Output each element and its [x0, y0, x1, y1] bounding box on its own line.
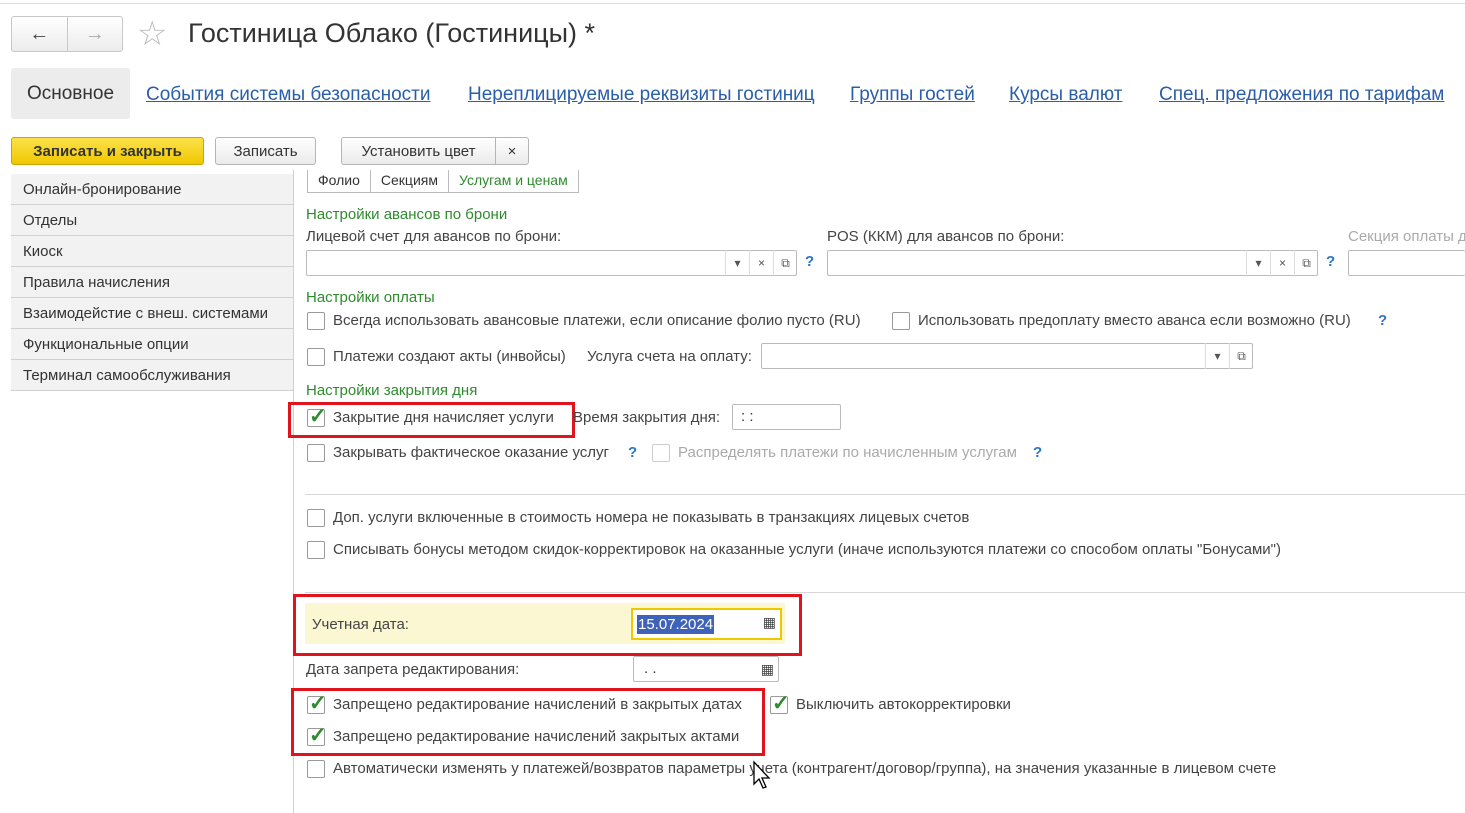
- calendar-icon[interactable]: ▦: [763, 614, 776, 631]
- sidebar-item-label: Отделы: [23, 211, 78, 229]
- clear-icon[interactable]: ×: [749, 250, 773, 276]
- auto-corr-checkbox[interactable]: ✓: [770, 692, 790, 715]
- closed-acts-checkbox[interactable]: ✓: [307, 724, 327, 747]
- check-icon: ✓: [309, 724, 327, 747]
- clear-icon[interactable]: ×: [1270, 250, 1294, 276]
- nav-group: ← →: [11, 16, 123, 52]
- distribute-checkbox: [652, 444, 670, 462]
- accounting-date-label: Учетная дата:: [312, 616, 409, 633]
- save-button[interactable]: Записать: [215, 137, 316, 165]
- close-time-label: Время закрытия дня:: [573, 409, 721, 426]
- inner-tab-services[interactable]: Услугам и ценам: [448, 170, 578, 192]
- sidebar-item-kiosk[interactable]: Киоск: [11, 236, 293, 267]
- window-top-border: [0, 0, 1465, 4]
- closed-dates-checkbox[interactable]: ✓: [307, 692, 327, 715]
- sidebar-item-functional-options[interactable]: Функциональные опции: [11, 329, 293, 360]
- dropdown-icon[interactable]: ▾: [1205, 343, 1229, 369]
- dropdown-icon[interactable]: ▾: [1246, 250, 1270, 276]
- tab-security-events[interactable]: События системы безопасности: [146, 84, 431, 106]
- open-icon[interactable]: ⧉: [773, 250, 797, 276]
- mouse-cursor-icon: [753, 760, 771, 789]
- closing-charges-checkbox[interactable]: ✓: [307, 405, 327, 428]
- distribute-label: Распределять платежи по начисленным услу…: [678, 444, 1017, 461]
- sidebar-item-departments[interactable]: Отделы: [11, 205, 293, 236]
- check-icon: ✓: [309, 692, 327, 715]
- pos-advance-field[interactable]: ▾ × ⧉: [827, 250, 1318, 276]
- close-actual-checkbox[interactable]: [307, 444, 325, 462]
- bonuses-checkbox[interactable]: [307, 541, 325, 559]
- sidebar-item-charge-rules[interactable]: Правила начисления: [11, 267, 293, 298]
- set-color-button[interactable]: Установить цвет: [341, 137, 496, 165]
- invoice-service-field[interactable]: ▾ ⧉: [761, 343, 1253, 369]
- bonuses-label: Списывать бонусы методом скидок-корректи…: [333, 541, 1281, 558]
- sidebar-item-external-systems[interactable]: Взаимодейстие с внеш. системами: [11, 298, 293, 329]
- back-arrow-icon[interactable]: ←: [12, 17, 67, 51]
- closed-acts-label: Запрещено редактирование начислений закр…: [333, 728, 740, 745]
- sidebar-item-self-service[interactable]: Терминал самообслуживания: [11, 360, 293, 391]
- open-icon[interactable]: ⧉: [1229, 343, 1253, 369]
- sidebar-item-label: Взаимодейстие с внеш. системами: [23, 304, 269, 322]
- dropdown-icon[interactable]: ▾: [725, 250, 749, 276]
- help-icon[interactable]: ?: [805, 253, 814, 270]
- sidebar-item-label: Киоск: [23, 242, 63, 260]
- lock-date-field[interactable]: . . ▦: [633, 656, 779, 682]
- tab-currency-rates[interactable]: Курсы валют: [1009, 84, 1122, 106]
- payments-acts-label: Платежи создают акты (инвойсы): [333, 348, 566, 365]
- help-icon[interactable]: ?: [628, 444, 637, 461]
- tab-main[interactable]: Основное: [11, 68, 130, 119]
- pos-advance-label: POS (ККМ) для авансов по брони:: [827, 228, 1065, 245]
- auto-change-label: Автоматически изменять у платежей/возвра…: [333, 760, 1277, 777]
- section-advances-title: Настройки авансов по брони: [306, 206, 508, 223]
- closing-charges-label: Закрытие дня начисляет услуги: [333, 409, 554, 426]
- payments-acts-checkbox[interactable]: [307, 348, 325, 366]
- section-closing-title: Настройки закрытия дня: [306, 382, 478, 399]
- separator: [305, 494, 1465, 495]
- auto-change-checkbox[interactable]: [307, 760, 325, 778]
- tab-nonreplicated-attrs[interactable]: Нереплицируемые реквизиты гостиниц: [468, 84, 815, 106]
- sidebar-item-label: Функциональные опции: [23, 335, 189, 353]
- folio-advance-label: Лицевой счет для авансов по брони:: [306, 228, 562, 245]
- close-actual-label: Закрывать фактическое оказание услуг: [333, 444, 610, 461]
- folio-advance-field[interactable]: ▾ × ⧉: [306, 250, 797, 276]
- open-icon[interactable]: ⧉: [1294, 250, 1318, 276]
- forward-arrow-icon[interactable]: →: [66, 17, 123, 51]
- tab-guest-groups[interactable]: Группы гостей: [850, 84, 975, 106]
- sidebar-item-label: Правила начисления: [23, 273, 170, 291]
- inner-tab-sections[interactable]: Секциям: [371, 170, 449, 192]
- always-advance-label: Всегда использовать авансовые платежи, е…: [333, 312, 861, 329]
- use-prepay-checkbox[interactable]: [892, 312, 910, 330]
- inner-tab-folio[interactable]: Фолио: [308, 170, 371, 192]
- save-and-close-button[interactable]: Записать и закрыть: [11, 137, 204, 165]
- extra-services-label: Доп. услуги включенные в стоимость номер…: [333, 509, 970, 526]
- invoice-service-label: Услуга счета на оплату:: [587, 348, 752, 365]
- page-title: Гостиница Облако (Гостиницы) *: [188, 18, 596, 48]
- clear-color-button[interactable]: ×: [495, 137, 529, 165]
- always-advance-checkbox[interactable]: [307, 312, 325, 330]
- check-icon: ✓: [772, 692, 790, 715]
- accounting-date-value: 15.07.2024: [637, 615, 715, 634]
- inner-tabs: Фолио Секциям Услугам и ценам: [307, 170, 579, 193]
- sidebar-item-label: Терминал самообслуживания: [23, 366, 231, 384]
- payment-section-field[interactable]: [1348, 250, 1465, 276]
- help-icon[interactable]: ?: [1326, 253, 1335, 270]
- separator: [305, 592, 1465, 593]
- tab-special-offers[interactable]: Спец. предложения по тарифам: [1159, 84, 1444, 106]
- use-prepay-label: Использовать предоплату вместо аванса ес…: [918, 312, 1351, 329]
- closed-dates-label: Запрещено редактирование начислений в за…: [333, 696, 742, 713]
- payment-section-label: Секция оплаты д: [1348, 228, 1465, 245]
- sidebar-item-online-booking[interactable]: Онлайн-бронирование: [11, 174, 293, 205]
- close-time-field[interactable]: : :: [732, 404, 841, 430]
- help-icon[interactable]: ?: [1033, 444, 1042, 461]
- check-icon: ✓: [309, 405, 327, 428]
- accounting-date-field[interactable]: 15.07.2024 ▦: [631, 608, 782, 640]
- lock-date-value: . .: [644, 660, 657, 677]
- help-icon[interactable]: ?: [1378, 312, 1387, 329]
- calendar-icon[interactable]: ▦: [761, 661, 774, 678]
- extra-services-checkbox[interactable]: [307, 509, 325, 527]
- auto-corr-label: Выключить автокорректировки: [796, 696, 1011, 713]
- lock-date-label: Дата запрета редактирования:: [306, 661, 520, 678]
- sidebar-item-label: Онлайн-бронирование: [23, 180, 182, 198]
- section-payment-title: Настройки оплаты: [306, 289, 435, 306]
- favorite-star-icon[interactable]: ☆: [137, 16, 167, 52]
